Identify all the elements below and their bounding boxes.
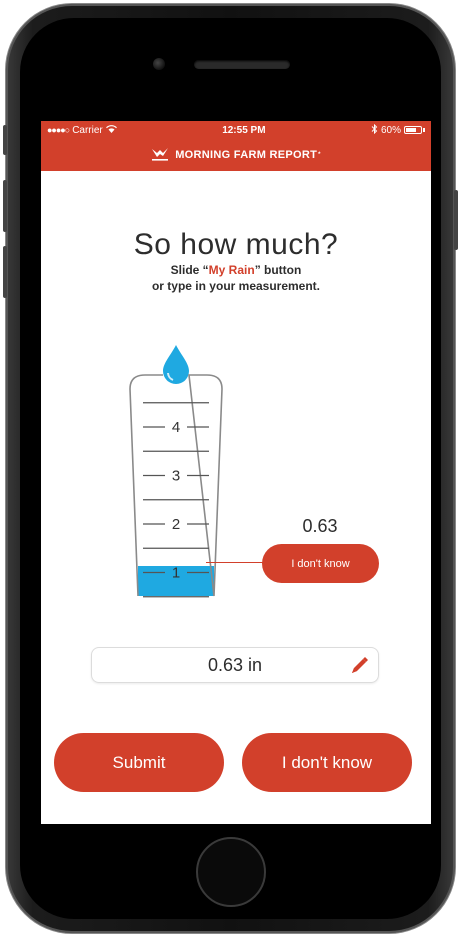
page-title: So how much? <box>133 228 339 261</box>
front-camera <box>153 58 165 70</box>
signal-strength: ●●●●○ <box>47 125 70 135</box>
gauge-tick-label: 2 <box>172 516 180 533</box>
slider-indicator-line <box>206 562 264 563</box>
volume-down-button <box>3 246 7 298</box>
app-screen: ●●●●○ Carrier 12:55 PM 60% MORNING FARM … <box>41 121 431 824</box>
bluetooth-icon <box>371 123 378 137</box>
gauge-tick-label: 3 <box>172 468 180 485</box>
carrier-name: Carrier <box>72 124 103 136</box>
battery-icon <box>404 126 422 134</box>
subtitle-text-end: ” button <box>254 263 302 277</box>
status-bar: ●●●●○ Carrier 12:55 PM 60% <box>41 121 431 139</box>
dont-know-button[interactable]: I don't know <box>242 733 412 792</box>
mute-switch <box>3 125 7 155</box>
gauge-tick-label: 1 <box>172 565 180 582</box>
battery-tip <box>423 128 425 132</box>
wifi-icon <box>105 124 117 136</box>
subtitle-text: Slide “ <box>170 263 209 277</box>
water-drop-icon <box>163 345 189 384</box>
measurement-input[interactable]: 0.63 in <box>91 647 379 683</box>
earpiece-speaker <box>194 60 290 69</box>
power-button <box>454 190 458 250</box>
gauge-tick-label: 4 <box>172 419 180 436</box>
pencil-icon[interactable] <box>348 655 370 677</box>
bird-logo-icon <box>151 147 169 164</box>
slider-value-label: 0.63 <box>302 516 338 536</box>
page-subtitle: Slide “My Rain” button or type in your m… <box>41 262 431 294</box>
my-rain-highlight: My Rain <box>208 263 255 277</box>
volume-up-button <box>3 180 7 232</box>
home-button[interactable] <box>196 837 266 907</box>
brand-name: MORNING FARM REPORT <box>175 149 318 161</box>
status-time: 12:55 PM <box>222 124 266 136</box>
my-rain-slider-button[interactable]: I don't know <box>262 544 379 583</box>
battery-percent: 60% <box>380 124 401 136</box>
submit-button[interactable]: Submit <box>54 733 224 792</box>
trademark: * <box>318 152 321 158</box>
subtitle-line2: or type in your measurement. <box>151 279 321 293</box>
measurement-value[interactable]: 0.63 in <box>208 655 262 676</box>
app-header: MORNING FARM REPORT * <box>41 139 431 171</box>
